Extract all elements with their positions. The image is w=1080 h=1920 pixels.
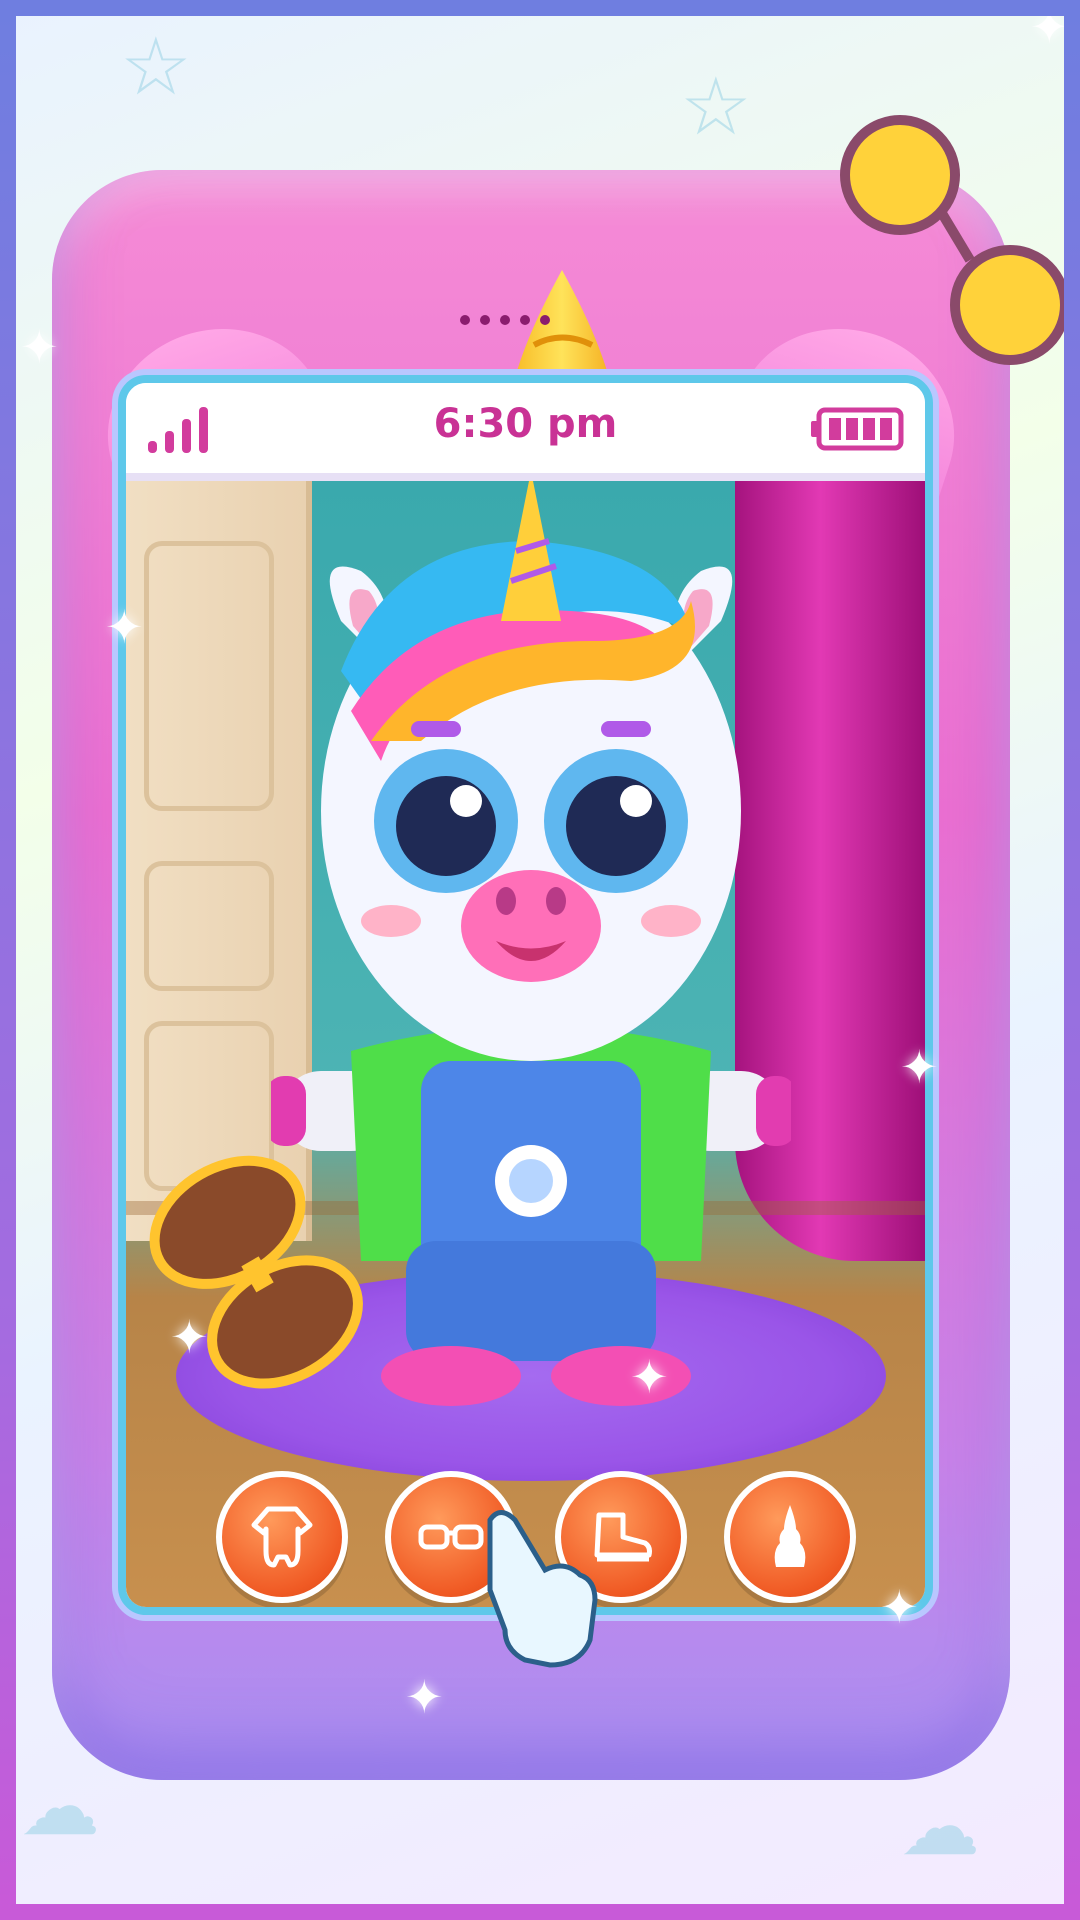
battery-icon <box>811 407 904 451</box>
sparkle-icon: ✦ <box>880 1580 919 1634</box>
sparkle-icon: ✦ <box>900 1040 939 1094</box>
sparkle-icon: ✦ <box>405 1670 444 1724</box>
star-doodle-icon: ☆ <box>120 20 192 113</box>
star-doodle-icon: ☆ <box>680 60 752 153</box>
sparkle-icon: ✦ <box>170 1310 209 1364</box>
horn-button[interactable] <box>723 1471 856 1603</box>
phone-screen: 6:30 pm <box>118 375 933 1615</box>
onesie-icon <box>251 1506 313 1568</box>
sunglasses-decoration <box>840 115 1070 365</box>
sparkle-icon: ✦ <box>20 320 59 374</box>
clothes-button[interactable] <box>216 1471 348 1603</box>
sparkle-icon: ✦ <box>1030 0 1069 54</box>
sparkle-icon: ✦ <box>630 1350 669 1404</box>
pointing-hand-icon <box>487 1510 598 1668</box>
unicorn-horn-icon <box>774 1505 806 1567</box>
cloud-doodle-icon: ☁ <box>900 1780 980 1873</box>
sparkle-icon: ✦ <box>105 600 144 654</box>
clock-time: 6:30 pm <box>433 401 618 447</box>
speaker-dots-icon <box>460 315 550 325</box>
status-bar: 6:30 pm <box>126 383 925 481</box>
room-scene <box>126 481 925 1607</box>
cloud-doodle-icon: ☁ <box>20 1760 100 1853</box>
